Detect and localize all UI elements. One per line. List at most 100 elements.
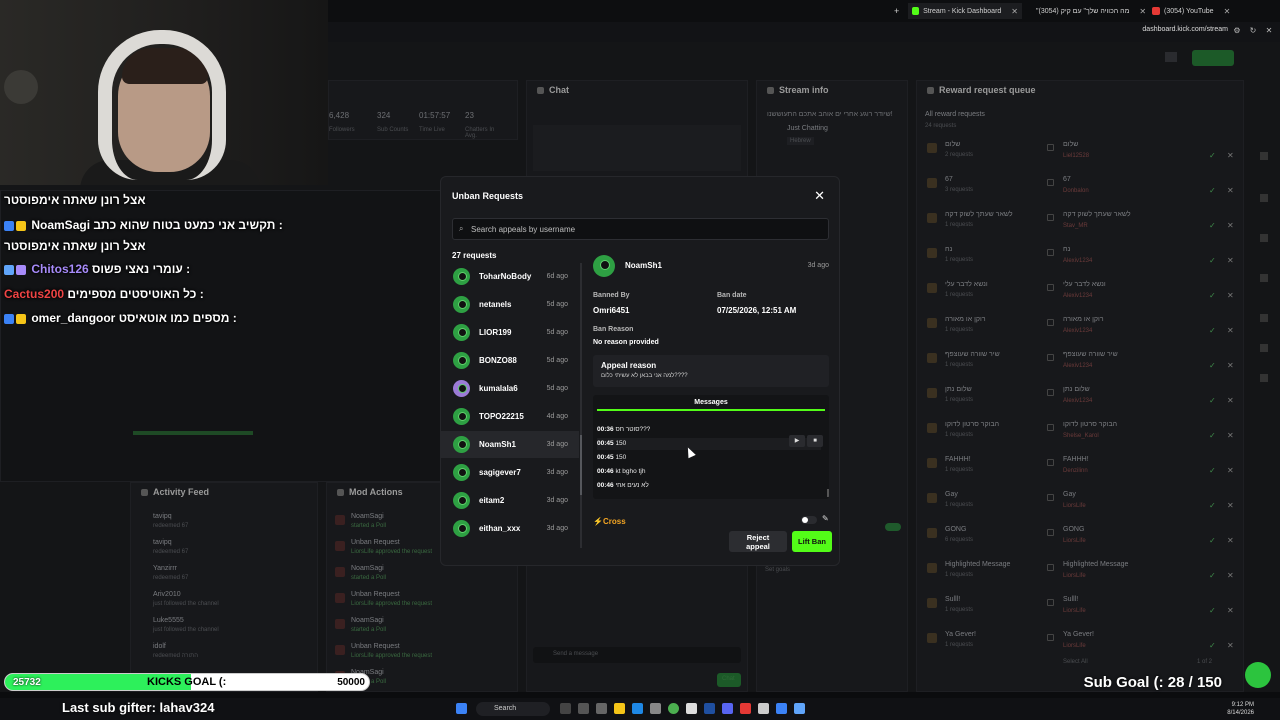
reward-item[interactable]: GONG 6 requests GONG LiorsLife ✓ ✕ [917,524,1243,558]
reward-checkbox[interactable] [1047,389,1054,396]
reject-icon[interactable]: ✕ [1227,326,1234,335]
approve-icon[interactable]: ✓ [1209,186,1216,195]
tool-icon[interactable] [1260,374,1268,382]
approve-icon[interactable]: ✓ [1209,536,1216,545]
tool-icon[interactable] [1260,194,1268,202]
help-chat-button[interactable] [1245,662,1271,688]
app-icon[interactable] [758,703,769,714]
approve-icon[interactable]: ✓ [1209,641,1216,650]
reject-icon[interactable]: ✕ [1227,571,1234,580]
select-all-button[interactable]: Select All [1063,659,1088,665]
reject-icon[interactable]: ✕ [1227,361,1234,370]
start-icon[interactable] [456,703,467,714]
reward-item[interactable]: שלום נתן 1 requests שלום נתן Alexiv1234 ✓ ✕ [917,384,1243,418]
reject-icon[interactable]: ✕ [1227,186,1234,195]
reward-item[interactable]: Ya Gever! 1 requests Ya Gever! LiorsLife ✓ ✕ [917,629,1243,663]
tune-icon[interactable]: ⚙ [1232,26,1242,36]
discord-icon[interactable] [722,703,733,714]
reward-checkbox[interactable] [1047,144,1054,151]
layout-icon[interactable] [1165,52,1177,62]
approve-icon[interactable]: ✓ [1209,501,1216,510]
mail-icon[interactable] [632,703,643,714]
approve-icon[interactable]: ✓ [1209,361,1216,370]
search-input[interactable] [469,222,819,236]
copy-icon[interactable]: ■ [807,435,823,447]
request-item[interactable]: eitam2 3d ago [441,487,579,514]
reject-icon[interactable]: ✕ [1227,501,1234,510]
app-icon[interactable] [578,703,589,714]
close-icon[interactable]: ✕ [1011,7,1018,16]
tool-icon[interactable] [1260,234,1268,242]
tab-youtube-video[interactable]: "מה הכוויה שלך" עם קיק (3054) ✕ [1028,3,1146,19]
reward-item[interactable]: רוקן או מאורה 1 requests רוקן או מאורה Alex… [917,314,1243,348]
reward-item[interactable]: Highlighted Message 1 requests Highlighted… [917,559,1243,593]
reward-item[interactable]: שיר שוורה שעוצפף 1 requests שיר שוורה שעוצ… [917,349,1243,383]
reject-icon[interactable]: ✕ [1227,256,1234,265]
request-item[interactable]: ToharNoBody 6d ago [441,263,579,290]
tool-icon[interactable] [1260,152,1268,160]
reject-icon[interactable]: ✕ [1227,291,1234,300]
reward-checkbox[interactable] [1047,249,1054,256]
reject-icon[interactable]: ✕ [1227,151,1234,160]
reward-item[interactable]: Sulll! 1 requests Sulll! LiorsLife ✓ ✕ [917,594,1243,628]
reward-item[interactable]: ונשא לדבר עלי 1 requests ונשא לדבר עלי Alex… [917,279,1243,313]
reject-icon[interactable]: ✕ [1227,466,1234,475]
tool-icon[interactable] [1260,344,1268,352]
messages-scrollbar[interactable] [827,489,829,497]
request-item[interactable]: netanels 5d ago [441,291,579,318]
reward-checkbox[interactable] [1047,634,1054,641]
close-icon[interactable]: ✕ [814,188,825,204]
lift-ban-button[interactable]: Lift Ban [792,531,832,552]
reward-checkbox[interactable] [1047,529,1054,536]
reject-appeal-button[interactable]: Reject appeal [729,531,787,552]
approve-icon[interactable]: ✓ [1209,606,1216,615]
folder-icon[interactable] [614,703,625,714]
list-scrollbar[interactable] [580,263,582,548]
request-item[interactable]: TOPO22215 4d ago [441,403,579,430]
reward-item[interactable]: 67 3 requests 67 Donbalon ✓ ✕ [917,174,1243,208]
list-scrollbar-thumb[interactable] [580,435,582,495]
reward-item[interactable]: נח 1 requests נח Alexiv1234 ✓ ✕ [917,244,1243,278]
tab-kick-dashboard[interactable]: Stream - Kick Dashboard ✕ [908,3,1022,19]
reward-checkbox[interactable] [1047,214,1054,221]
tool-icon[interactable] [1260,314,1268,322]
set-goals-link[interactable]: Set goals [765,567,790,573]
reward-checkbox[interactable] [1047,424,1054,431]
app-icon[interactable] [794,703,805,714]
reward-item[interactable]: לשאר שעתך לשוק דקה 1 requests לשאר שעתך לש… [917,209,1243,243]
close-icon[interactable]: ✕ [1139,7,1146,16]
reload-icon[interactable]: ↻ [1248,26,1258,36]
reward-checkbox[interactable] [1047,319,1054,326]
reward-checkbox[interactable] [1047,354,1054,361]
go-live-button[interactable] [1192,50,1234,66]
approve-icon[interactable]: ✓ [1209,151,1216,160]
close-icon[interactable]: ✕ [1224,7,1231,16]
send-chat-button[interactable]: Chat [717,673,741,687]
tab-youtube[interactable]: (3054) YouTube ✕ [1148,3,1258,19]
approve-icon[interactable]: ✓ [1209,256,1216,265]
request-item[interactable]: sagigever7 3d ago [441,459,579,486]
approve-icon[interactable]: ✓ [1209,326,1216,335]
reward-checkbox[interactable] [1047,599,1054,606]
request-item[interactable]: LIOR199 5d ago [441,319,579,346]
chrome-icon[interactable] [668,703,679,714]
request-item[interactable]: kumalala6 5d ago [441,375,579,402]
reward-checkbox[interactable] [1047,564,1054,571]
reject-icon[interactable]: ✕ [1227,396,1234,405]
message-row[interactable]: 00:45 150 [597,438,821,450]
reject-icon[interactable]: ✕ [1227,221,1234,230]
reward-item[interactable]: Gay 1 requests Gay LiorsLife ✓ ✕ [917,489,1243,523]
reward-item[interactable]: הבוקר סרטון לדוקו 1 requests הבוקר סרטון ל… [917,419,1243,453]
approve-icon[interactable]: ✓ [1209,466,1216,475]
reject-icon[interactable]: ✕ [1227,641,1234,650]
approve-icon[interactable]: ✓ [1209,221,1216,230]
app-icon[interactable] [686,703,697,714]
close-icon[interactable]: ✕ [1264,26,1274,36]
taskbar-clock[interactable]: 9:12 PM 8/14/2026 [1227,701,1254,717]
reward-item[interactable]: שלום 2 requests שלום Liel12528 ✓ ✕ [917,139,1243,173]
reject-icon[interactable]: ✕ [1227,606,1234,615]
cross-toggle[interactable] [801,516,817,524]
edit-icon[interactable]: ✎ [822,514,829,523]
url-field[interactable]: dashboard.kick.com/stream [1142,26,1228,33]
request-item[interactable]: BONZO88 5d ago [441,347,579,374]
